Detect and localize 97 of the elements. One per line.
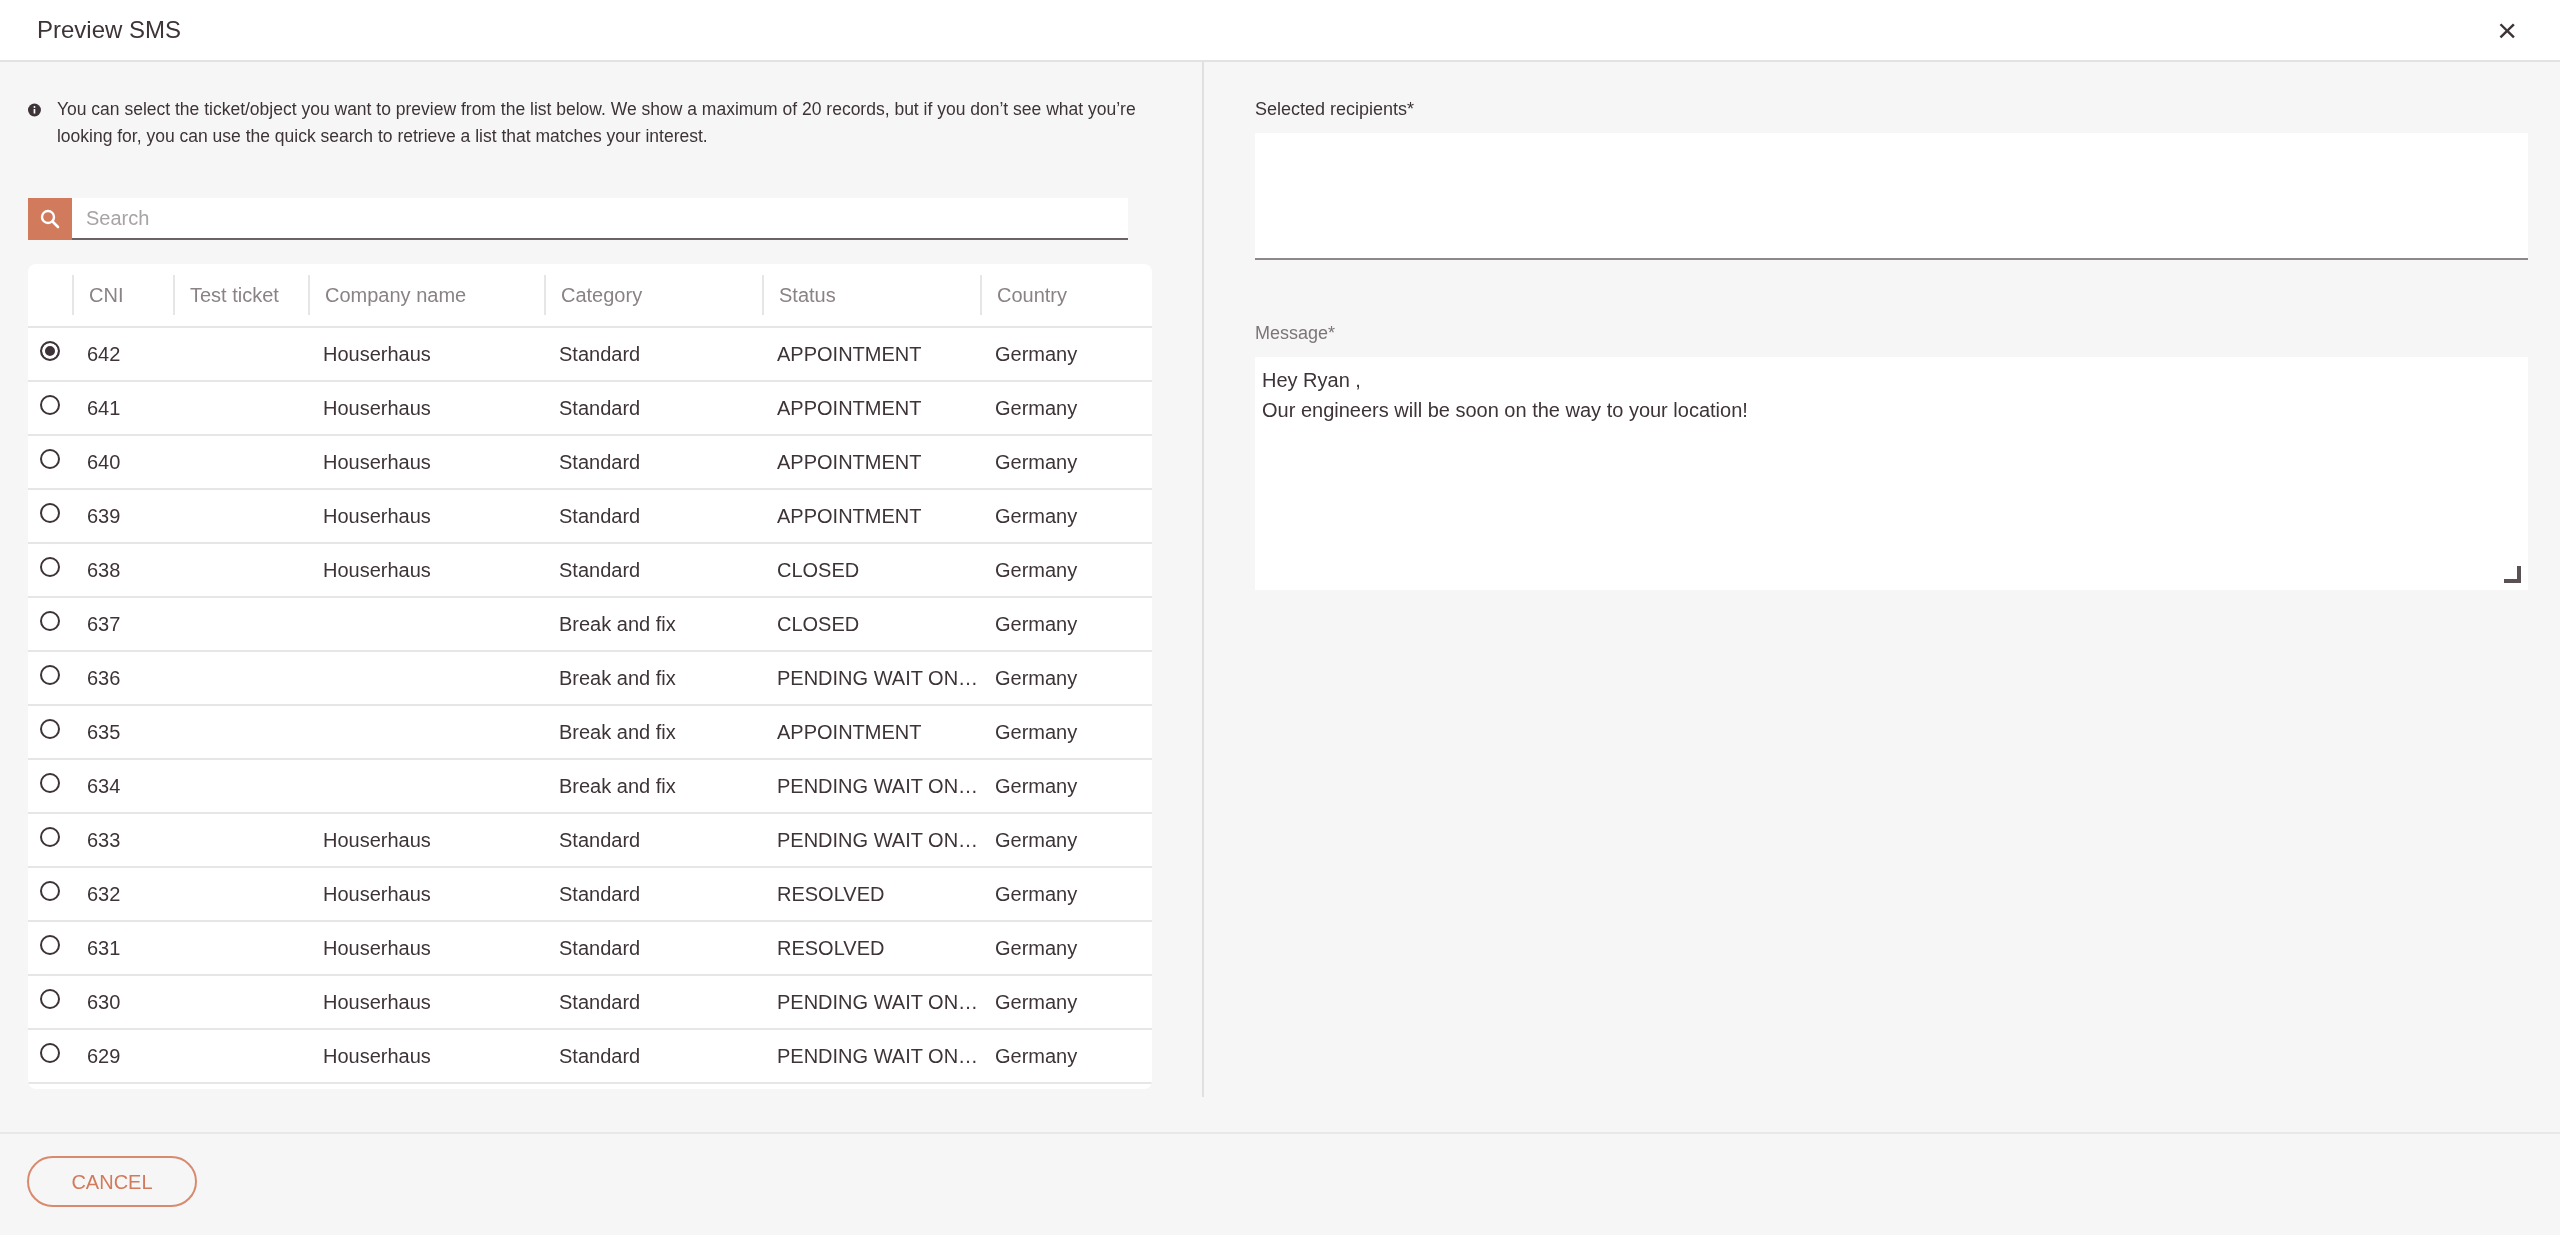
table-cell: Houserhaus: [323, 829, 431, 851]
table-cell: 632: [87, 883, 121, 905]
table-cell: Germany: [995, 829, 1078, 851]
table-cell: Germany: [995, 775, 1078, 797]
table-cell: 640: [87, 451, 121, 473]
table-cell: Germany: [995, 937, 1078, 959]
table-cell: Houserhaus: [323, 559, 431, 581]
table-cell: APPOINTMENT: [777, 451, 922, 473]
field-label: Selected recipients*: [1255, 98, 1416, 121]
close-button[interactable]: ×: [2491, 13, 2523, 47]
table-cell: 635: [87, 721, 121, 743]
column-header[interactable]: CNI: [72, 275, 173, 315]
table-cell: Standard: [559, 937, 641, 959]
table-cell: Germany: [995, 451, 1078, 473]
table-cell: 637: [87, 613, 121, 635]
field-label: Message*: [1255, 322, 1337, 345]
radio-button[interactable]: [40, 449, 60, 469]
column-header[interactable]: Country: [980, 275, 1152, 315]
table-cell: Germany: [995, 613, 1078, 635]
table-cell: Break and fix: [559, 721, 676, 743]
radio-button[interactable]: [40, 341, 60, 361]
table-cell: 629: [87, 1045, 121, 1067]
column-header[interactable]: Test ticket: [173, 275, 308, 315]
table-cell: Germany: [995, 1045, 1078, 1067]
table-cell: APPOINTMENT: [777, 397, 922, 419]
info-text: You can select the ticket/object you want to preview from the list below. We show a maximum of 20 records, but if you don’t see what you’re looking for, you can use the quick search to retrieve a list that matches your interest.: [56, 98, 1137, 148]
table-cell: APPOINTMENT: [777, 721, 922, 743]
table-cell: CLOSED: [777, 559, 860, 581]
table-cell: PENDING WAIT ON…: [777, 667, 979, 689]
table-cell: Standard: [559, 451, 641, 473]
table-cell: PENDING WAIT ON…: [777, 1045, 979, 1067]
table-cell: 631: [87, 937, 121, 959]
table-cell: 636: [87, 667, 121, 689]
radio-button[interactable]: [40, 989, 60, 1009]
table-cell: Houserhaus: [323, 451, 431, 473]
table-cell: APPOINTMENT: [777, 343, 922, 365]
table-cell: 634: [87, 775, 121, 797]
search-field[interactable]: Search: [72, 198, 1128, 240]
table-cell: Houserhaus: [323, 991, 431, 1013]
table-cell: Houserhaus: [323, 343, 431, 365]
radio-button[interactable]: [40, 935, 60, 955]
radio-button[interactable]: [40, 395, 60, 415]
column-header[interactable]: Company name: [308, 275, 544, 315]
cancel-button[interactable]: CANCEL: [27, 1156, 197, 1207]
table-cell: Houserhaus: [323, 397, 431, 419]
table-cell: 638: [87, 559, 121, 581]
table-cell: APPOINTMENT: [777, 505, 922, 527]
search-icon: [40, 209, 60, 229]
table-cell: CLOSED: [777, 613, 860, 635]
recipients-field[interactable]: [1255, 133, 2528, 260]
table-cell: PENDING WAIT ON…: [777, 991, 979, 1013]
table-cell: Break and fix: [559, 613, 676, 635]
table-cell: RESOLVED: [777, 883, 885, 905]
table-cell: Standard: [559, 397, 641, 419]
radio-button[interactable]: [40, 611, 60, 631]
radio-button[interactable]: [40, 665, 60, 685]
table-cell: Standard: [559, 559, 641, 581]
table-cell: Germany: [995, 505, 1078, 527]
column-header[interactable]: Category: [544, 275, 762, 315]
radio-button[interactable]: [40, 557, 60, 577]
table-cell: Germany: [995, 721, 1078, 743]
table-cell: PENDING WAIT ON…: [777, 829, 979, 851]
table-cell: Houserhaus: [323, 937, 431, 959]
table-cell: Houserhaus: [323, 1045, 431, 1067]
table-cell: Standard: [559, 883, 641, 905]
table-cell: Standard: [559, 505, 641, 527]
table-cell: Houserhaus: [323, 505, 431, 527]
table-cell: Germany: [995, 991, 1078, 1013]
radio-button[interactable]: [40, 719, 60, 739]
table-cell: Standard: [559, 343, 641, 365]
table-cell: RESOLVED: [777, 937, 885, 959]
table-cell: 641: [87, 397, 121, 419]
search-button[interactable]: [28, 198, 72, 240]
table-cell: Germany: [995, 343, 1078, 365]
radio-button[interactable]: [40, 881, 60, 901]
table-cell: PENDING WAIT ON…: [777, 775, 979, 797]
table-cell: Standard: [559, 1045, 641, 1067]
table-cell: Break and fix: [559, 775, 676, 797]
radio-button[interactable]: [40, 503, 60, 523]
radio-button[interactable]: [40, 827, 60, 847]
table-cell: Germany: [995, 559, 1078, 581]
radio-button[interactable]: [40, 773, 60, 793]
table-cell: Germany: [995, 883, 1078, 905]
table-cell: 639: [87, 505, 121, 527]
table-cell: Break and fix: [559, 667, 676, 689]
table-cell: Germany: [995, 667, 1078, 689]
table-cell: Standard: [559, 829, 641, 851]
table-cell: Germany: [995, 397, 1078, 419]
table-cell: 630: [87, 991, 121, 1013]
radio-button[interactable]: [40, 1043, 60, 1063]
resize-grip-icon[interactable]: [2504, 566, 2522, 584]
dialog-title: Preview SMS: [37, 15, 182, 45]
table-cell: Houserhaus: [323, 883, 431, 905]
table-cell: Standard: [559, 991, 641, 1013]
column-header[interactable]: Status: [762, 275, 980, 315]
table-cell: 633: [87, 829, 121, 851]
table-cell: 642: [87, 343, 121, 365]
